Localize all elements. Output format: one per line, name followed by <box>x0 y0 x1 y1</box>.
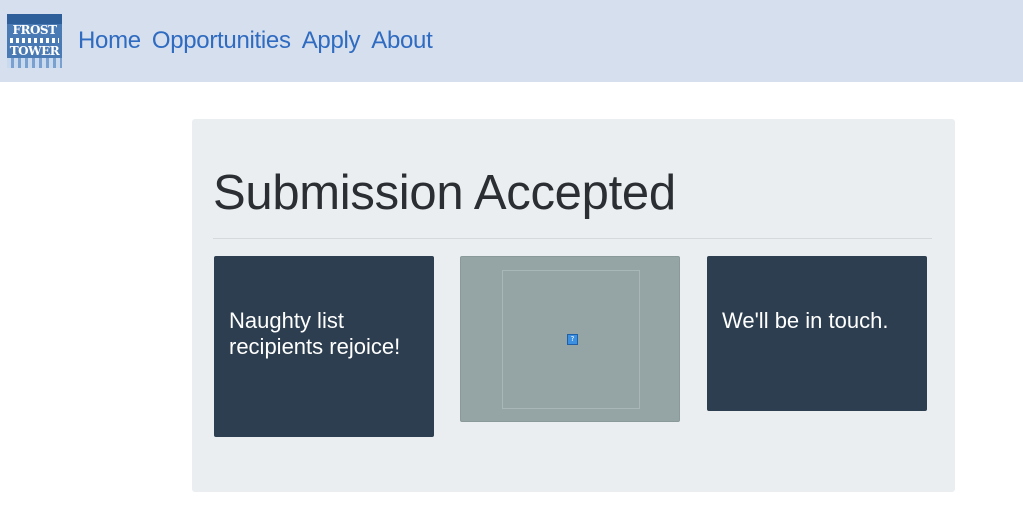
nav-link-about[interactable]: About <box>371 26 433 56</box>
card-text: Naughty list recipients rejoice! <box>229 308 401 359</box>
nav-link-opportunities[interactable]: Opportunities <box>152 26 291 56</box>
image-frame: ? <box>502 270 640 409</box>
logo-base <box>7 58 62 68</box>
page-title: Submission Accepted <box>213 166 676 220</box>
card-text: We'll be in touch. <box>722 308 889 333</box>
logo-windows <box>10 38 59 43</box>
broken-image-icon: ? <box>567 334 578 345</box>
card-naughty-list: Naughty list recipients rejoice! <box>214 256 434 437</box>
frost-tower-logo[interactable]: FROST TOWER <box>7 14 62 68</box>
logo-text-line2: TOWER <box>9 44 60 58</box>
nav-links: Home Opportunities Apply About <box>78 26 433 56</box>
card-image: ? <box>460 256 680 422</box>
top-navbar: FROST TOWER Home Opportunities Apply Abo… <box>0 0 1023 82</box>
title-divider <box>213 238 932 239</box>
nav-link-home[interactable]: Home <box>78 26 141 56</box>
card-in-touch: We'll be in touch. <box>707 256 927 411</box>
nav-link-apply[interactable]: Apply <box>302 26 361 56</box>
logo-text-line1: FROST <box>12 23 57 37</box>
